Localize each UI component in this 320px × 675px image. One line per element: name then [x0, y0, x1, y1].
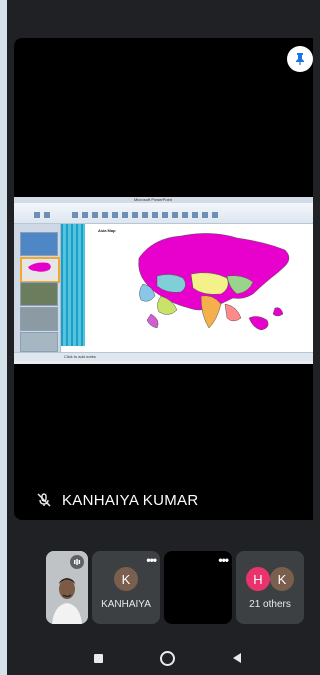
ppt-window-title: Microsoft PowerPoint — [134, 197, 172, 202]
ppt-notes-placeholder: Click to add notes — [64, 354, 96, 359]
participant-tile-others[interactable]: H K 21 others — [236, 551, 304, 624]
pin-button[interactable] — [287, 46, 313, 72]
shared-screen-content: Microsoft PowerPoint Asia Map Click to a… — [14, 197, 313, 364]
ppt-notes-bar: Click to add notes — [14, 352, 313, 361]
home-button[interactable] — [160, 651, 175, 666]
ribbon-icon — [112, 212, 118, 218]
others-count-label: 21 others — [249, 599, 291, 610]
more-options-icon[interactable]: ••• — [146, 553, 157, 567]
ribbon-icon — [192, 212, 198, 218]
participant-tile-kanhaiya[interactable]: ••• K KANHAIYA — [92, 551, 160, 624]
avatar: K — [270, 567, 294, 591]
slide-thumbnail-map — [28, 262, 51, 272]
slide-thumbnail — [20, 282, 58, 306]
audio-level-bars — [74, 559, 81, 565]
slide-thumbnail — [20, 232, 58, 256]
ribbon-icon — [152, 212, 158, 218]
slide-canvas: Asia Map — [61, 224, 313, 352]
audio-level-icon — [70, 555, 84, 569]
avatar-letter: H — [253, 571, 263, 587]
avatar: H — [246, 567, 270, 591]
system-nav-bar — [0, 640, 313, 675]
slide-thumbnail — [20, 307, 58, 331]
avatar: K — [114, 567, 138, 591]
ribbon-icon — [122, 212, 128, 218]
ribbon-icon — [182, 212, 188, 218]
ppt-ribbon — [14, 203, 313, 224]
slide-thumbnail-pane — [14, 224, 61, 352]
mic-off-icon — [37, 493, 51, 507]
speaker-name: KANHAIYA KUMAR — [62, 492, 199, 509]
ribbon-icon — [92, 212, 98, 218]
ribbon-icon — [162, 212, 168, 218]
ribbon-icon — [72, 212, 78, 218]
pin-icon — [296, 53, 304, 65]
ribbon-icon — [34, 212, 40, 218]
participant-name: KANHAIYA — [101, 599, 151, 610]
left-edge — [0, 0, 7, 675]
ribbon-icon — [212, 212, 218, 218]
recent-apps-button[interactable] — [94, 654, 103, 663]
ribbon-icon — [142, 212, 148, 218]
avatar-letter: K — [277, 571, 287, 587]
ribbon-icon — [132, 212, 138, 218]
more-options-icon[interactable]: ••• — [218, 553, 229, 567]
ribbon-icon — [102, 212, 108, 218]
slide-thumbnail — [20, 332, 58, 352]
ribbon-icon — [172, 212, 178, 218]
avatar-letter: K — [121, 571, 131, 587]
slide-thumbnail — [20, 257, 60, 283]
ribbon-icon — [44, 212, 50, 218]
self-view-tile[interactable] — [46, 551, 88, 624]
asia-map-image — [138, 233, 290, 331]
ribbon-icon — [202, 212, 208, 218]
back-button[interactable] — [233, 653, 241, 663]
participant-tile-video-off[interactable]: ••• — [164, 551, 232, 624]
ribbon-icon — [82, 212, 88, 218]
